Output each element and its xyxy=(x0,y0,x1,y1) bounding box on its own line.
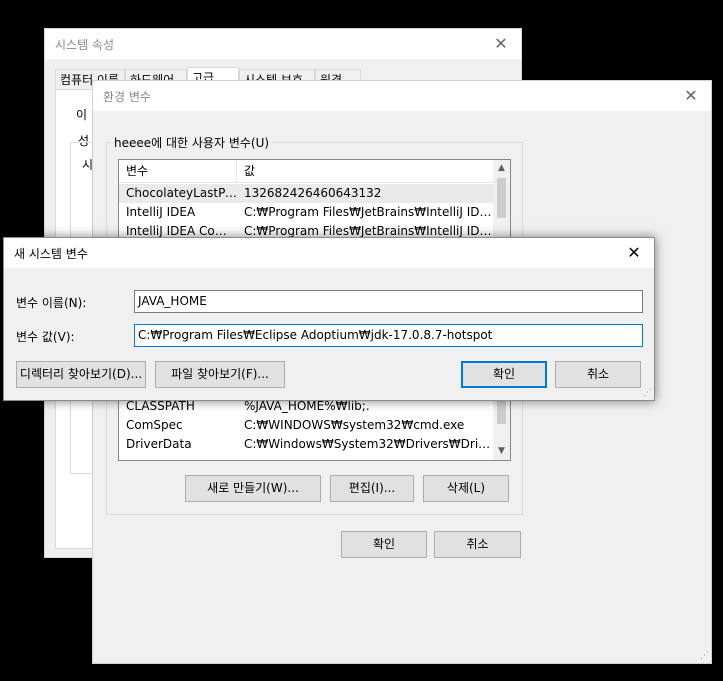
variable-name-label: 변수 이름(N): xyxy=(16,296,87,310)
variable-value-field[interactable]: C:₩Program Files₩Eclipse Adoptium₩jdk-17… xyxy=(134,324,643,347)
close-icon[interactable]: ✕ xyxy=(679,84,703,108)
vertical-scrollbar[interactable]: ▲ xyxy=(493,160,510,237)
system-properties-title: 시스템 속성 xyxy=(55,38,115,52)
close-icon[interactable]: ✕ xyxy=(622,241,646,265)
scroll-thumb[interactable] xyxy=(497,178,506,218)
variable-name-field[interactable]: JAVA_HOME xyxy=(134,290,643,313)
variable-value-label: 변수 값(V): xyxy=(16,330,75,344)
scroll-down-icon[interactable]: ▼ xyxy=(493,443,510,460)
variable-value-cell: C:₩Program Files₩JetBrains₩IntelliJ IDEA… xyxy=(244,224,495,238)
browse-file-button[interactable]: 파일 찾아보기(F)... xyxy=(155,361,285,388)
list-header: 변수 값 xyxy=(119,160,493,183)
browse-directory-button[interactable]: 디렉터리 찾아보기(D)... xyxy=(16,361,146,388)
variable-name-cell: ComSpec xyxy=(126,418,183,432)
new-variable-button[interactable]: 새로 만들기(W)... xyxy=(185,475,321,502)
vertical-scrollbar[interactable]: ▼ xyxy=(493,392,510,460)
env-vars-titlebar: 환경 변수 ✕ xyxy=(93,81,711,111)
delete-variable-button[interactable]: 삭제(L) xyxy=(423,475,509,502)
edit-variable-button[interactable]: 편집(I)... xyxy=(330,475,414,502)
table-row[interactable]: IntelliJ IDEA C:₩Program Files₩JetBrains… xyxy=(119,203,495,222)
variable-value-cell: C:₩Windows₩System32₩Drivers₩DriverData xyxy=(244,437,495,451)
env-cancel-button[interactable]: 취소 xyxy=(434,531,521,558)
scroll-up-icon[interactable]: ▲ xyxy=(493,160,510,177)
table-row[interactable]: ComSpec C:₩WINDOWS₩system32₩cmd.exe xyxy=(119,416,493,435)
table-row[interactable]: ChocolateyLastPat... 132682426460643132 xyxy=(119,184,493,203)
panel-text-fragment: 이 xyxy=(76,108,88,122)
system-properties-titlebar: 시스템 속성 ✕ xyxy=(45,29,521,59)
column-header-variable[interactable]: 변수 xyxy=(119,160,237,182)
column-header-value[interactable]: 값 xyxy=(237,160,497,182)
env-vars-title: 환경 변수 xyxy=(103,90,151,104)
new-var-titlebar: 새 시스템 변수 ✕ xyxy=(4,238,654,268)
user-variables-label: heeee에 대한 사용자 변수(U) xyxy=(111,134,273,151)
env-ok-button[interactable]: 확인 xyxy=(341,531,427,558)
variable-value-cell: C:₩WINDOWS₩system32₩cmd.exe xyxy=(244,418,465,432)
table-row[interactable]: DriverData C:₩Windows₩System32₩Drivers₩D… xyxy=(119,435,495,454)
new-var-title: 새 시스템 변수 xyxy=(14,247,88,261)
close-icon[interactable]: ✕ xyxy=(489,32,513,56)
variable-name-cell: ChocolateyLastPat... xyxy=(126,186,237,200)
cancel-button[interactable]: 취소 xyxy=(555,361,641,388)
variable-value-cell: 132682426460643132 xyxy=(244,186,382,200)
resize-grip-icon[interactable]: ⋰ xyxy=(699,651,709,661)
table-row[interactable]: IntelliJ IDEA Com... C:₩Program Files₩Je… xyxy=(119,222,495,238)
resize-grip-icon[interactable]: ⋰ xyxy=(642,388,652,398)
system-variables-list[interactable]: CLASSPATH %JAVA_HOME%₩lib;. ComSpec C:₩W… xyxy=(118,391,511,461)
variable-name-cell: DriverData xyxy=(126,437,192,451)
user-variables-list[interactable]: 변수 값 ChocolateyLastPat... 13268242646064… xyxy=(118,159,511,238)
variable-name-cell: IntelliJ IDEA xyxy=(126,205,196,219)
ok-button[interactable]: 확인 xyxy=(461,361,547,388)
variable-name-cell: IntelliJ IDEA Com... xyxy=(126,224,237,238)
variable-value-cell: C:₩Program Files₩JetBrains₩IntelliJ IDEA… xyxy=(244,205,495,219)
new-system-variable-dialog: 새 시스템 변수 ✕ 변수 이름(N): JAVA_HOME 변수 값(V): … xyxy=(3,237,655,401)
